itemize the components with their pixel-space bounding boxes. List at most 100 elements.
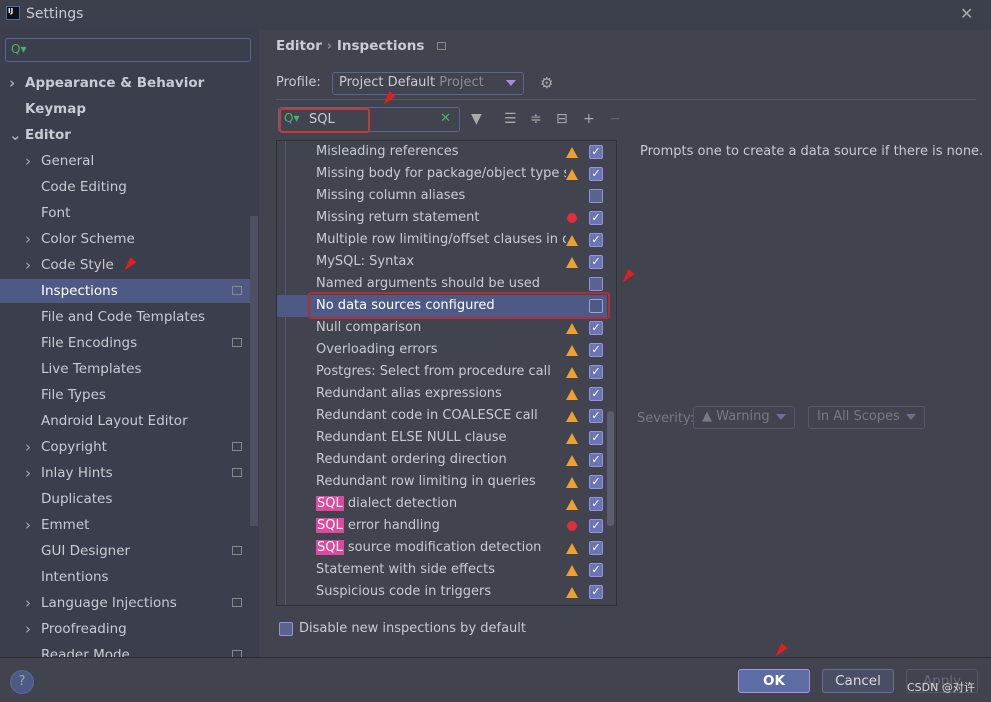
sidebar-item[interactable]: Inspections bbox=[0, 279, 250, 303]
inspection-description: Prompts one to create a data source if t… bbox=[640, 144, 984, 159]
chevron-right-icon[interactable]: › bbox=[25, 435, 31, 459]
inspection-checkbox[interactable]: ✓ bbox=[589, 431, 603, 445]
sidebar-item[interactable]: Live Templates bbox=[0, 357, 250, 381]
sidebar-item[interactable]: Android Layout Editor bbox=[0, 409, 250, 433]
clear-icon[interactable]: ✕ bbox=[440, 111, 451, 126]
sidebar-item[interactable]: › Inlay Hints bbox=[0, 461, 250, 485]
sidebar-item[interactable]: File Encodings bbox=[0, 331, 250, 355]
sidebar-item[interactable]: Code Editing bbox=[0, 175, 250, 199]
disable-new-inspections-checkbox[interactable] bbox=[279, 622, 293, 636]
inspection-checkbox[interactable] bbox=[589, 277, 603, 291]
chevron-right-icon[interactable]: › bbox=[25, 149, 31, 173]
inspection-checkbox[interactable]: ✓ bbox=[589, 519, 603, 533]
inspection-checkbox[interactable]: ✓ bbox=[589, 255, 603, 269]
inspection-row[interactable]: Redundant ELSE NULL clause ✓ bbox=[277, 427, 607, 449]
severity-dropdown[interactable]: ▲ Warning bbox=[693, 406, 795, 429]
inspection-row[interactable]: Missing return statement ✓ bbox=[277, 207, 607, 229]
inspection-checkbox[interactable]: ✓ bbox=[589, 409, 603, 423]
chevron-right-icon[interactable]: › bbox=[25, 617, 31, 641]
profile-dropdown[interactable]: Project Default Project bbox=[332, 72, 524, 95]
sidebar-item[interactable]: Intentions bbox=[0, 565, 250, 589]
inspection-row[interactable]: SQL source modification detection ✓ bbox=[277, 537, 607, 559]
reset-icon[interactable]: ⊟ bbox=[556, 111, 568, 127]
inspection-row[interactable]: Missing column aliases bbox=[277, 185, 607, 207]
chevron-right-icon[interactable]: › bbox=[25, 513, 31, 537]
sidebar-item-label: Reader Mode bbox=[41, 647, 130, 657]
inspection-row[interactable]: Redundant alias expressions ✓ bbox=[277, 383, 607, 405]
inspection-row[interactable]: Statement with side effects ✓ bbox=[277, 559, 607, 581]
sidebar-item[interactable]: › Appearance & Behavior bbox=[0, 71, 250, 95]
inspection-row[interactable]: Missing body for package/object type spe… bbox=[277, 163, 607, 185]
close-icon[interactable]: ✕ bbox=[960, 4, 973, 23]
remove-icon[interactable]: − bbox=[609, 111, 621, 127]
scope-dropdown[interactable]: In All Scopes bbox=[808, 406, 925, 429]
sidebar-item[interactable]: GUI Designer bbox=[0, 539, 250, 563]
inspection-checkbox[interactable]: ✓ bbox=[589, 585, 603, 599]
inspection-row[interactable]: MySQL: Syntax ✓ bbox=[277, 251, 607, 273]
chevron-right-icon[interactable]: › bbox=[25, 253, 31, 277]
inspection-row[interactable]: SQL error handling ✓ bbox=[277, 515, 607, 537]
help-button[interactable]: ? bbox=[10, 670, 34, 694]
sidebar-item[interactable]: Keymap bbox=[0, 97, 250, 121]
inspection-row[interactable]: Null comparison ✓ bbox=[277, 317, 607, 339]
inspection-checkbox[interactable]: ✓ bbox=[589, 475, 603, 489]
inspection-checkbox[interactable]: ✓ bbox=[589, 211, 603, 225]
sidebar-item[interactable]: Font bbox=[0, 201, 250, 225]
inspection-checkbox[interactable]: ✓ bbox=[589, 563, 603, 577]
inspection-checkbox[interactable]: ✓ bbox=[589, 453, 603, 467]
inspection-row[interactable]: Redundant code in COALESCE call ✓ bbox=[277, 405, 607, 427]
sidebar-item[interactable]: › Color Scheme bbox=[0, 227, 250, 251]
inspection-checkbox[interactable]: ✓ bbox=[589, 343, 603, 357]
collapse-all-icon[interactable]: ≑ bbox=[530, 111, 542, 127]
sidebar-item[interactable]: File and Code Templates bbox=[0, 305, 250, 329]
expand-all-icon[interactable]: ☰ bbox=[504, 111, 517, 127]
inspection-row[interactable]: Misleading references ✓ bbox=[277, 141, 607, 163]
sidebar: Q▾ › Appearance & Behavior Keymap ⌄ Editor › G… bbox=[0, 30, 259, 657]
inspection-checkbox[interactable]: ✓ bbox=[589, 321, 603, 335]
inspection-checkbox[interactable]: ✓ bbox=[589, 387, 603, 401]
ok-button[interactable]: OK bbox=[738, 669, 810, 693]
inspection-row[interactable]: Multiple row limiting/offset clauses in … bbox=[277, 229, 607, 251]
sidebar-item[interactable]: ⌄ Editor bbox=[0, 123, 250, 147]
sidebar-item[interactable]: File Types bbox=[0, 383, 250, 407]
sidebar-item[interactable]: › Language Injections bbox=[0, 591, 250, 615]
chevron-right-icon[interactable]: › bbox=[25, 461, 31, 485]
chevron-down-icon[interactable]: ⌄ bbox=[9, 123, 22, 147]
inspection-row[interactable]: Suspicious code in triggers ✓ bbox=[277, 581, 607, 603]
settings-search-input[interactable]: Q▾ bbox=[5, 38, 251, 62]
add-icon[interactable]: + bbox=[583, 111, 595, 127]
title-bar: IJ Settings ✕ bbox=[0, 0, 991, 30]
list-scrollbar[interactable] bbox=[607, 411, 614, 526]
inspection-row[interactable]: Redundant ordering direction ✓ bbox=[277, 449, 607, 471]
cancel-button[interactable]: Cancel bbox=[822, 669, 894, 693]
watermark: CSDN @对许 bbox=[907, 681, 975, 694]
inspection-row[interactable]: Overloading errors ✓ bbox=[277, 339, 607, 361]
filter-icon[interactable]: ▼ bbox=[471, 111, 482, 127]
project-scope-icon bbox=[232, 442, 242, 451]
inspection-text: Redundant alias expressions bbox=[316, 386, 502, 401]
inspection-text: Redundant row limiting in queries bbox=[316, 474, 536, 489]
sidebar-item[interactable]: Reader Mode bbox=[0, 643, 250, 657]
inspection-checkbox[interactable] bbox=[589, 189, 603, 203]
inspection-checkbox[interactable]: ✓ bbox=[589, 167, 603, 181]
sidebar-scrollbar[interactable] bbox=[250, 216, 258, 526]
inspection-row[interactable]: Postgres: Select from procedure call ✓ bbox=[277, 361, 607, 383]
inspection-checkbox[interactable]: ✓ bbox=[589, 365, 603, 379]
inspections-list: Misleading references ✓ Missing body for p… bbox=[276, 140, 617, 606]
sidebar-item[interactable]: › General bbox=[0, 149, 250, 173]
sidebar-item[interactable]: › Emmet bbox=[0, 513, 250, 537]
chevron-right-icon[interactable]: › bbox=[25, 227, 31, 251]
inspection-row[interactable]: Redundant row limiting in queries ✓ bbox=[277, 471, 607, 493]
breadcrumb-parent[interactable]: Editor bbox=[276, 38, 322, 54]
inspection-checkbox[interactable]: ✓ bbox=[589, 497, 603, 511]
sidebar-item[interactable]: › Copyright bbox=[0, 435, 250, 459]
inspection-checkbox[interactable]: ✓ bbox=[589, 145, 603, 159]
sidebar-item[interactable]: Duplicates bbox=[0, 487, 250, 511]
inspection-row[interactable]: SQL dialect detection ✓ bbox=[277, 493, 607, 515]
inspection-checkbox[interactable]: ✓ bbox=[589, 541, 603, 555]
chevron-right-icon[interactable]: › bbox=[25, 591, 31, 615]
chevron-right-icon[interactable]: › bbox=[9, 71, 15, 95]
sidebar-item[interactable]: › Proofreading bbox=[0, 617, 250, 641]
inspection-checkbox[interactable]: ✓ bbox=[589, 233, 603, 247]
gear-icon[interactable]: ⚙ bbox=[540, 74, 553, 92]
